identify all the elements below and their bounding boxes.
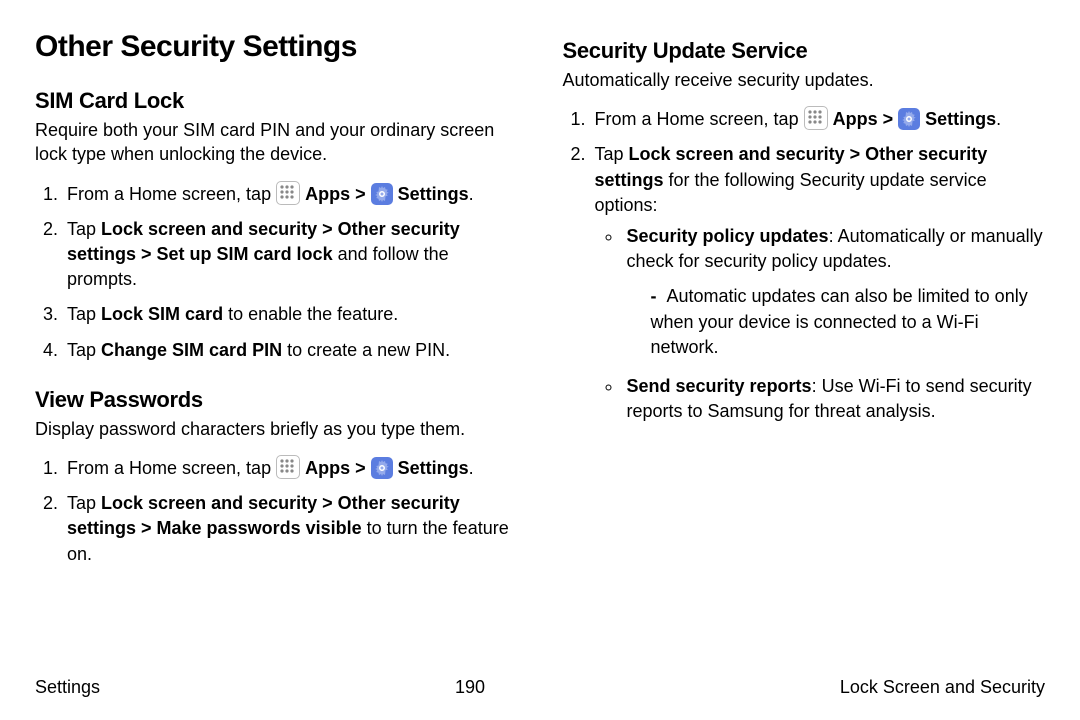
steps-view: From a Home screen, tap Apps > Settings.…	[35, 455, 518, 567]
section-security-update-service: Security Update Service Automatically re…	[563, 38, 1046, 424]
sus-option-reports: Send security reports: Use Wi‑Fi to send…	[623, 374, 1046, 424]
left-column: Other Security Settings SIM Card Lock Re…	[35, 30, 518, 591]
sus-step-2: Tap Lock screen and security > Other sec…	[591, 142, 1046, 424]
settings-icon	[898, 108, 920, 130]
sim-step-3: Tap Lock SIM card to enable the feature.	[63, 302, 518, 327]
page-title: Other Security Settings	[35, 30, 518, 64]
settings-icon	[371, 457, 393, 479]
intro-sus: Automatically receive security updates.	[563, 68, 1046, 92]
settings-icon	[371, 183, 393, 205]
apps-icon	[276, 455, 300, 479]
heading-sus: Security Update Service	[563, 38, 1046, 64]
intro-sim: Require both your SIM card PIN and your …	[35, 118, 518, 167]
sim-step-4: Tap Change SIM card PIN to create a new …	[63, 338, 518, 363]
view-step-1: From a Home screen, tap Apps > Settings.	[63, 455, 518, 481]
page-body: Other Security Settings SIM Card Lock Re…	[35, 30, 1045, 591]
footer-page-number: 190	[455, 677, 485, 698]
intro-view: Display password characters briefly as y…	[35, 417, 518, 441]
sus-options: Security policy updates: Automatically o…	[595, 224, 1046, 424]
apps-icon	[276, 181, 300, 205]
sim-step-2: Tap Lock screen and security > Other sec…	[63, 217, 518, 293]
sus-step-1: From a Home screen, tap Apps > Settings.	[591, 106, 1046, 132]
sim-step-1: From a Home screen, tap Apps > Settings.	[63, 181, 518, 207]
steps-sim: From a Home screen, tap Apps > Settings.…	[35, 181, 518, 363]
view-step-2: Tap Lock screen and security > Other sec…	[63, 491, 518, 567]
footer-right: Lock Screen and Security	[840, 677, 1045, 698]
section-view-passwords: View Passwords Display password characte…	[35, 387, 518, 567]
heading-view-passwords: View Passwords	[35, 387, 518, 413]
sus-option-policy: Security policy updates: Automatically o…	[623, 224, 1046, 360]
sus-option-policy-subitem: Automatic updates can also be limited to…	[647, 284, 1046, 360]
page-footer: Settings 190 Lock Screen and Security	[35, 677, 1045, 698]
apps-icon	[804, 106, 828, 130]
steps-sus: From a Home screen, tap Apps > Settings.…	[563, 106, 1046, 424]
footer-left: Settings	[35, 677, 100, 698]
right-column: Security Update Service Automatically re…	[563, 30, 1046, 591]
heading-sim-card-lock: SIM Card Lock	[35, 88, 518, 114]
section-sim-card-lock: SIM Card Lock Require both your SIM card…	[35, 88, 518, 363]
sus-option-policy-sub: Automatic updates can also be limited to…	[627, 284, 1046, 360]
